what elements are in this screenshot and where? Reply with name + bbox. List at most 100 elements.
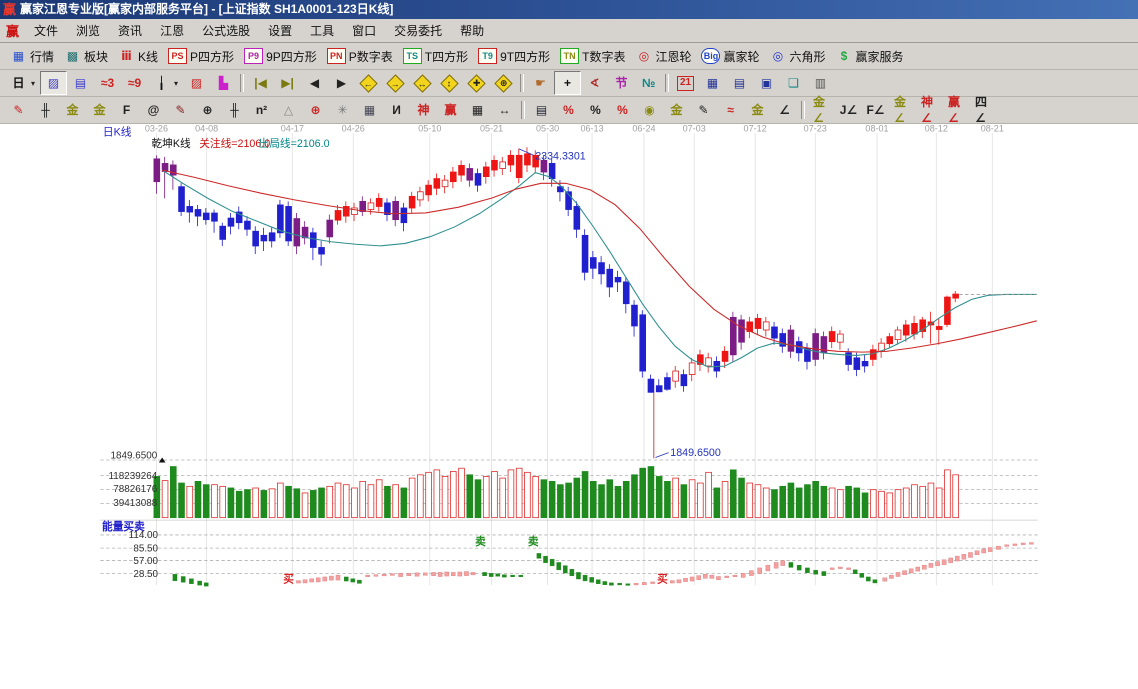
gold-angle-button[interactable]: 金∠ [808,98,835,122]
menu-item-8[interactable]: 交易委托 [385,21,451,40]
sectors-button[interactable]: ▩板块 [59,44,113,68]
festival-marker-button[interactable]: 节 [608,71,635,95]
red-circle-cross-icon: ⊕ [307,102,324,118]
mirror-angle-icon: △ [280,102,297,118]
menu-item-1[interactable]: 浏览 [67,21,109,40]
percent-button[interactable]: % [582,98,609,122]
menu-item-0[interactable]: 文件 [25,21,67,40]
t-number-table-button[interactable]: TNT数字表 [555,44,630,68]
menu-item-5[interactable]: 设置 [259,21,301,40]
gann-all-button[interactable]: ⊕ [490,71,517,95]
pen-line-button[interactable]: ✎ [690,98,717,122]
menu-item-9[interactable]: 帮助 [451,21,493,40]
hexagon-button[interactable]: ◎六角形 [765,44,831,68]
crosshair-icon: + [559,75,576,91]
draw-pen-2-button[interactable]: ✎ [167,98,194,122]
wave-red-button[interactable]: ≈ [717,98,744,122]
crosshair-button[interactable]: + [554,71,581,95]
calendar-21-button[interactable]: 21 [672,71,699,95]
system-tools-button[interactable]: ▥ [807,71,834,95]
menu-item-4[interactable]: 公式选股 [193,21,259,40]
angle-plain-button[interactable]: ∠ [771,98,798,122]
win-lines-button[interactable]: 赢 [437,98,464,122]
red-circle-cross-button[interactable]: ⊕ [302,98,329,122]
shen-angle-button[interactable]: 神∠ [916,98,943,122]
gann-step-right-button[interactable]: → [382,71,409,95]
overview-map-button[interactable]: ▨ [40,71,67,95]
calculator-button[interactable]: ▦ [699,71,726,95]
p-square-button[interactable]: PSP四方形 [163,44,239,68]
draw-pen-button[interactable]: ✎ [5,98,32,122]
gold-lines-1-button[interactable]: 金 [59,98,86,122]
menu-item-2[interactable]: 资讯 [109,21,151,40]
prev-bar-button[interactable]: ◀ [301,71,328,95]
n-square-button[interactable]: n² [248,98,275,122]
four-angle-button[interactable]: 四∠ [970,98,997,122]
9t-square-button[interactable]: T99T四方形 [473,44,555,68]
win-angle-button[interactable]: 赢∠ [943,98,970,122]
percent-line-button[interactable]: % [609,98,636,122]
svg-text:07-12: 07-12 [744,124,767,133]
chart-area[interactable]: 03-2604-0804-1704-2605-1005-2105-3006-13… [0,124,1138,684]
star-wheel-button[interactable]: ✳ [329,98,356,122]
wave-tool-button[interactable]: И [383,98,410,122]
gold-circle-button[interactable]: ◉ [636,98,663,122]
gold-bar-2-button[interactable]: 金 [744,98,771,122]
period-day-dropdown-button[interactable]: 日▾ [5,71,40,95]
quotes-button[interactable]: ▦行情 [5,44,59,68]
menu-item-7[interactable]: 窗口 [343,21,385,40]
9p-square-button[interactable]: P99P四方形 [239,44,322,68]
menu-item-6[interactable]: 工具 [301,21,343,40]
gann-cross-button[interactable]: ✚ [463,71,490,95]
scale-panel-button[interactable]: ▤ [528,98,555,122]
notes-button[interactable]: ▤ [726,71,753,95]
gann-wheel-button[interactable]: ◎江恩轮 [630,44,696,68]
width-measure-button[interactable]: ↔ [491,98,518,122]
j-angle-button[interactable]: J∠ [835,98,862,122]
circle-arc-button[interactable]: ⊕ [194,98,221,122]
fibonacci-lines-button[interactable]: F [113,98,140,122]
goto-last-button[interactable]: ▶| [274,71,301,95]
goto-last-icon: ▶| [279,75,296,91]
gold-bar-icon: 金 [668,102,685,118]
grid-123-button[interactable]: ▦ [464,98,491,122]
t-square-button[interactable]: TST四方形 [398,44,473,68]
gold-lines-2-button[interactable]: 金 [86,98,113,122]
number-table-button[interactable]: № [635,71,662,95]
menu-item-3[interactable]: 江恩 [151,21,193,40]
web-grid-button[interactable]: ▦ [356,98,383,122]
volume-style-button[interactable]: ▙ [210,71,237,95]
goto-first-button[interactable]: |◀ [247,71,274,95]
mirror-angle-button[interactable]: △ [275,98,302,122]
pan-hand-button[interactable]: ☛ [527,71,554,95]
next-bar-button[interactable]: ▶ [328,71,355,95]
svg-text:04-08: 04-08 [195,124,218,133]
percent-line-icon: % [614,102,631,118]
f-angle-button[interactable]: F∠ [862,98,889,122]
shen-lines-button[interactable]: 神 [410,98,437,122]
kline-button[interactable]: ⅲK线 [113,44,163,68]
gold-bar-button[interactable]: 金 [663,98,690,122]
angle-measure-button[interactable]: ∢ [581,71,608,95]
winner-wheel-button[interactable]: Big赢家轮 [696,44,764,68]
gold-angle-2-button[interactable]: 金∠ [889,98,916,122]
info-view-button[interactable]: ▤ [67,71,94,95]
gann-expand-h-button[interactable]: ↔ [409,71,436,95]
chart-9-view-button[interactable]: ≈9 [121,71,148,95]
percent-red-button[interactable]: % [555,98,582,122]
save-button[interactable]: ▣ [753,71,780,95]
gann-step-left-button[interactable]: ← [355,71,382,95]
gann-lines-button[interactable]: ╫ [32,98,59,122]
spiral-button[interactable]: @ [140,98,167,122]
map-red-button[interactable]: ▨ [183,71,210,95]
kline-chart[interactable]: 03-2604-0804-1704-2605-1005-2105-3006-13… [0,124,1138,684]
line-cluster-button[interactable]: ╫ [221,98,248,122]
candle-style-dropdown-button[interactable]: ╽▾ [148,71,183,95]
gann-expand-v-button[interactable]: ↕ [436,71,463,95]
svg-text:能量买卖: 能量买卖 [102,520,145,533]
winner-service-button[interactable]: $赢家服务 [831,44,909,68]
snapshot-button[interactable]: ❏ [780,71,807,95]
p-number-table-button[interactable]: PNP数字表 [322,44,398,68]
pen-line-icon: ✎ [695,102,712,118]
chart-3-view-button[interactable]: ≈3 [94,71,121,95]
